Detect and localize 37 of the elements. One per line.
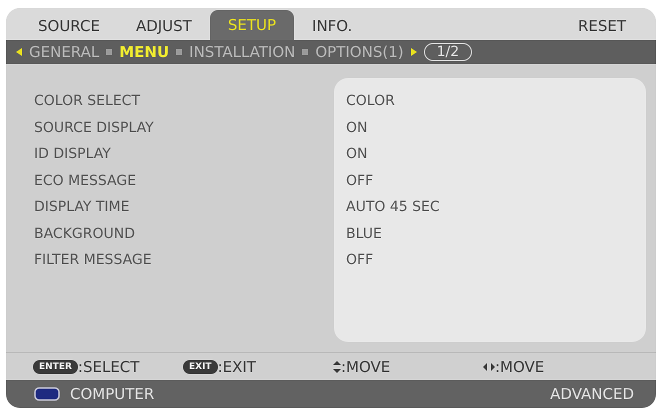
setting-label[interactable]: DISPLAY TIME xyxy=(34,194,334,220)
setting-label[interactable]: COLOR SELECT xyxy=(34,88,334,114)
setting-label[interactable]: ID DISPLAY xyxy=(34,141,334,168)
top-tab[interactable]: ADJUST xyxy=(118,12,210,40)
hint-text: :MOVE xyxy=(341,358,390,376)
setting-value[interactable]: ON xyxy=(346,141,634,168)
up-down-arrow-icon xyxy=(333,360,341,372)
submenu-tab[interactable]: INSTALLATION xyxy=(189,43,296,61)
setting-label[interactable]: FILTER MESSAGE xyxy=(34,247,334,274)
setting-value[interactable]: BLUE xyxy=(346,220,634,247)
source-name: COMPUTER xyxy=(70,385,154,403)
setting-value[interactable]: ON xyxy=(346,114,634,141)
hint-text: :SELECT xyxy=(78,358,140,376)
submenu-tab[interactable]: OPTIONS(1) xyxy=(315,43,404,61)
setting-value[interactable]: OFF xyxy=(346,168,634,194)
setting-label[interactable]: SOURCE DISPLAY xyxy=(34,114,334,141)
top-tab[interactable]: SETUP xyxy=(210,10,294,40)
monitor-connector-icon xyxy=(34,387,60,401)
setting-value[interactable]: AUTO 45 SEC xyxy=(346,194,634,220)
right-arrow-icon xyxy=(410,48,417,56)
setting-label[interactable]: BACKGROUND xyxy=(34,220,334,247)
left-arrow-icon xyxy=(16,48,22,56)
page-indicator: 1/2 xyxy=(424,43,472,61)
setting-value[interactable]: OFF xyxy=(346,247,634,274)
menu-mode: ADVANCED xyxy=(550,385,634,403)
hint-text: :MOVE xyxy=(495,358,544,376)
submenu-tab[interactable]: GENERAL xyxy=(29,43,100,61)
submenu-tab[interactable]: MENU xyxy=(119,43,170,61)
key-badge: ENTER xyxy=(33,360,78,374)
hint-text: :EXIT xyxy=(218,358,256,376)
setting-value[interactable]: COLOR xyxy=(346,88,634,114)
setting-label[interactable]: ECO MESSAGE xyxy=(34,168,334,194)
key-badge: EXIT xyxy=(183,360,218,374)
top-tab[interactable]: INFO. xyxy=(294,12,370,40)
top-tab[interactable]: RESET xyxy=(560,12,644,40)
left-right-arrow-icon xyxy=(483,362,495,370)
top-tab[interactable]: SOURCE xyxy=(20,12,118,40)
